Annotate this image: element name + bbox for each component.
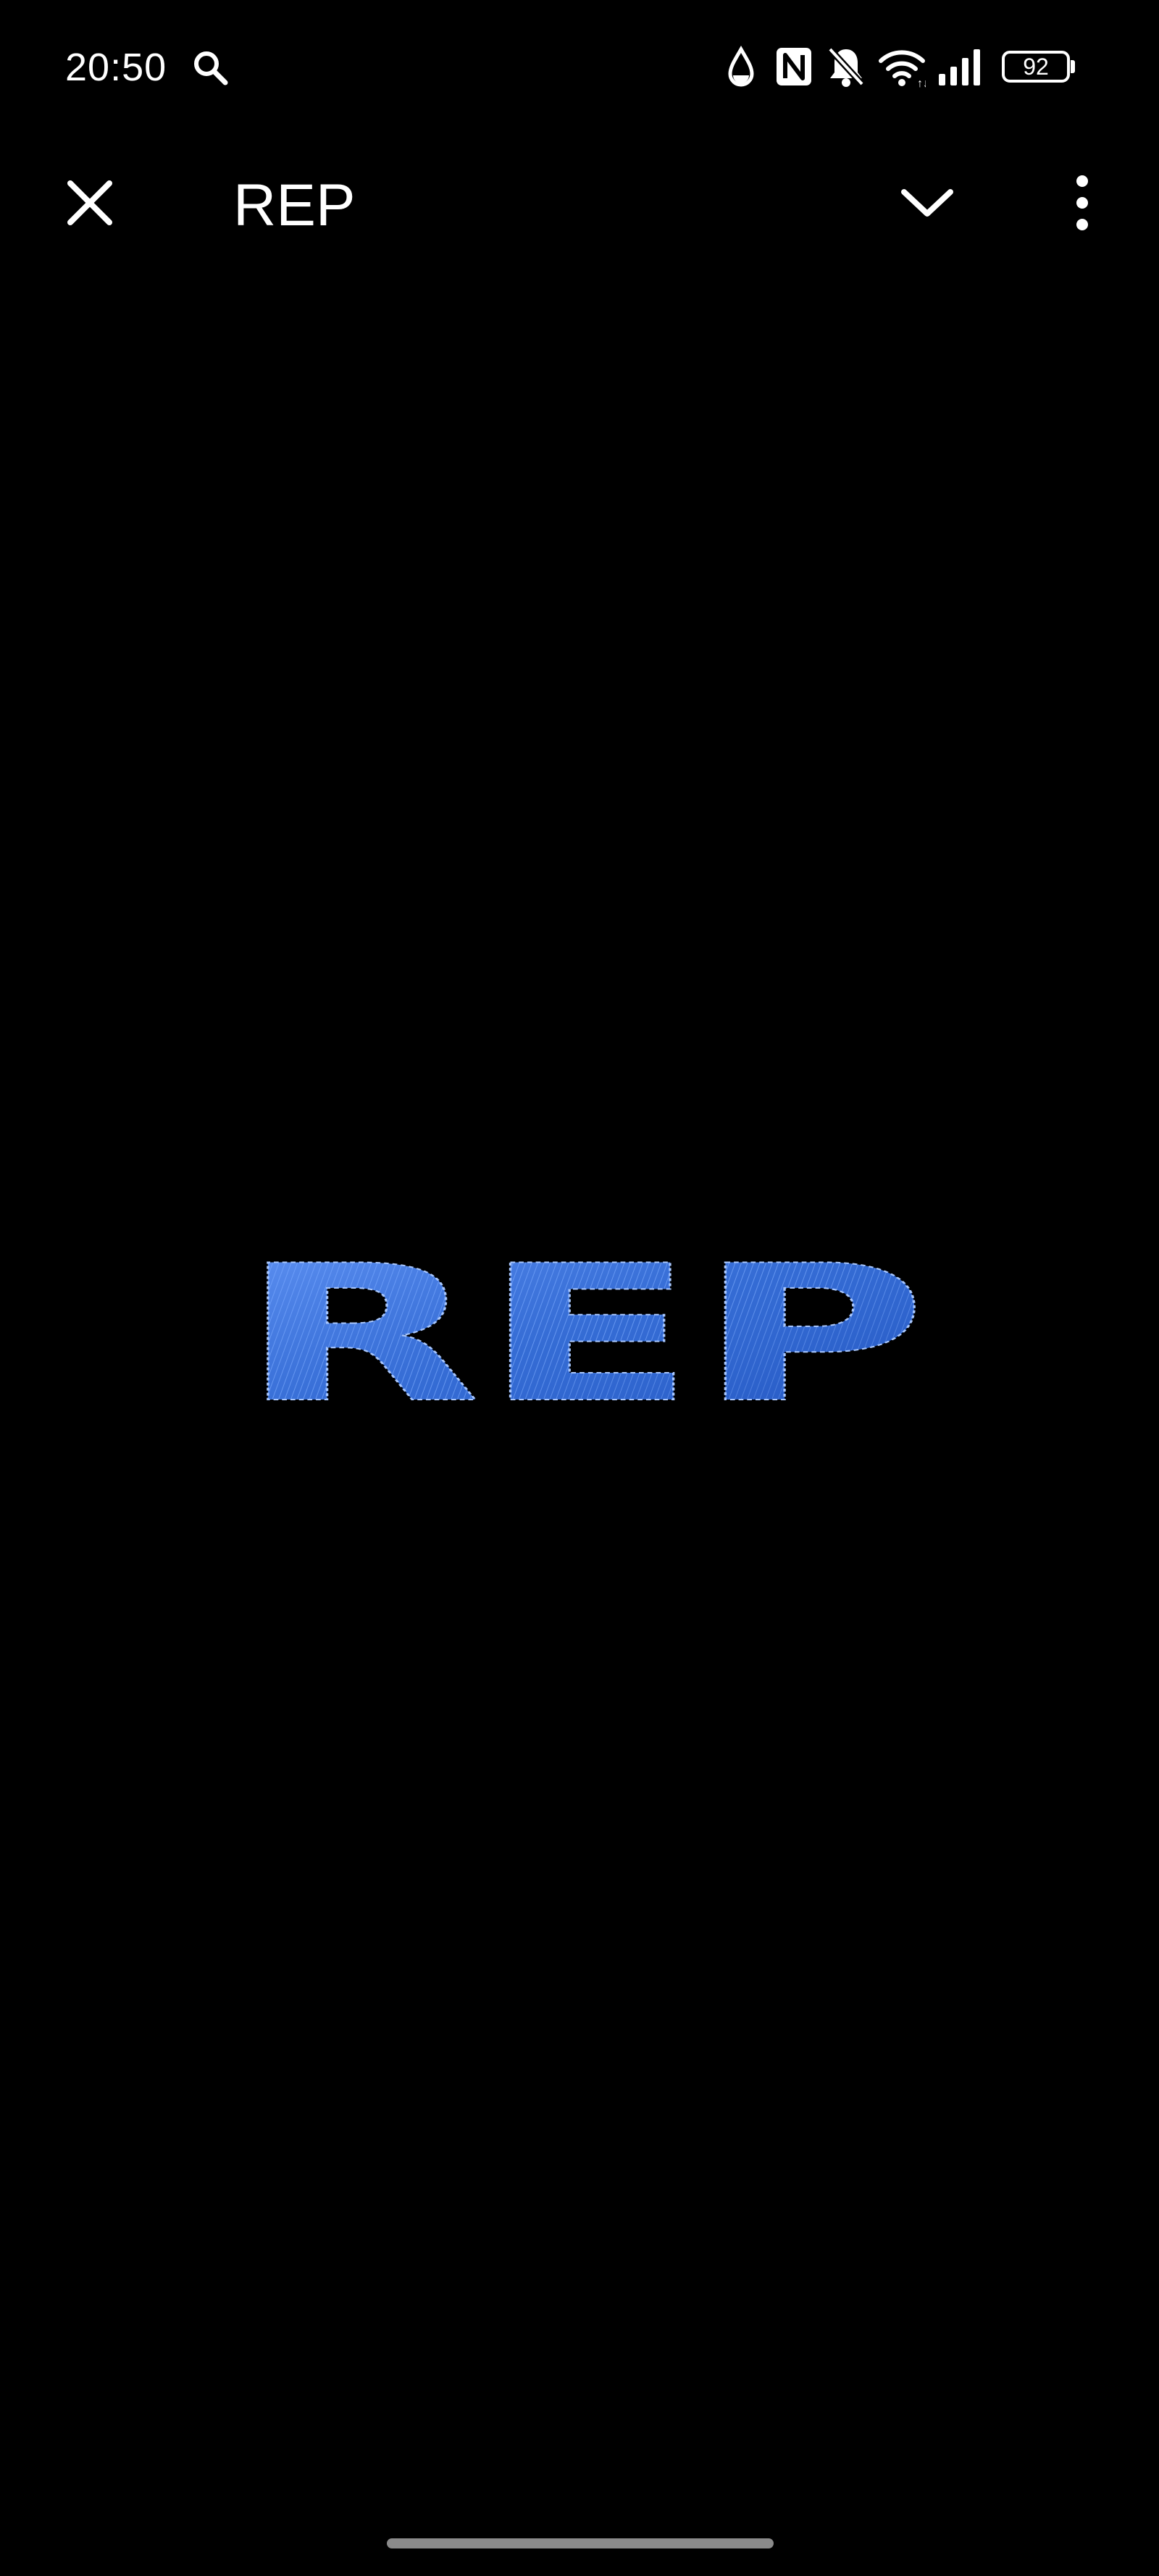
search-icon — [194, 51, 228, 85]
battery-icon: 92 — [1002, 51, 1070, 83]
rep-artwork: REP REP — [238, 1239, 928, 1420]
water-drop-icon — [728, 45, 754, 87]
close-icon — [67, 180, 112, 225]
nfc-icon — [777, 48, 811, 85]
svg-text:↑↓: ↑↓ — [917, 78, 926, 88]
close-button[interactable] — [51, 164, 129, 242]
collapse-button[interactable] — [888, 164, 966, 242]
chevron-down-icon — [901, 189, 953, 217]
home-indicator[interactable] — [387, 2538, 774, 2548]
media-viewer[interactable]: REP REP — [0, 290, 1159, 2449]
wifi-icon: ↑↓ — [879, 50, 926, 88]
more-vert-icon — [1076, 175, 1088, 230]
page-title: REP — [233, 172, 356, 238]
more-options-button[interactable] — [1043, 164, 1121, 242]
app-bar: REP — [0, 145, 1159, 275]
notifications-off-icon — [827, 46, 865, 87]
signal-icon — [939, 49, 980, 85]
status-bar: 20:50 ↑↓ 92 — [0, 0, 1159, 134]
status-time: 20:50 — [65, 46, 167, 89]
battery-level: 92 — [1023, 54, 1049, 80]
battery-tip — [1071, 60, 1075, 73]
rep-artwork-overlay: REP — [239, 1239, 927, 1420]
